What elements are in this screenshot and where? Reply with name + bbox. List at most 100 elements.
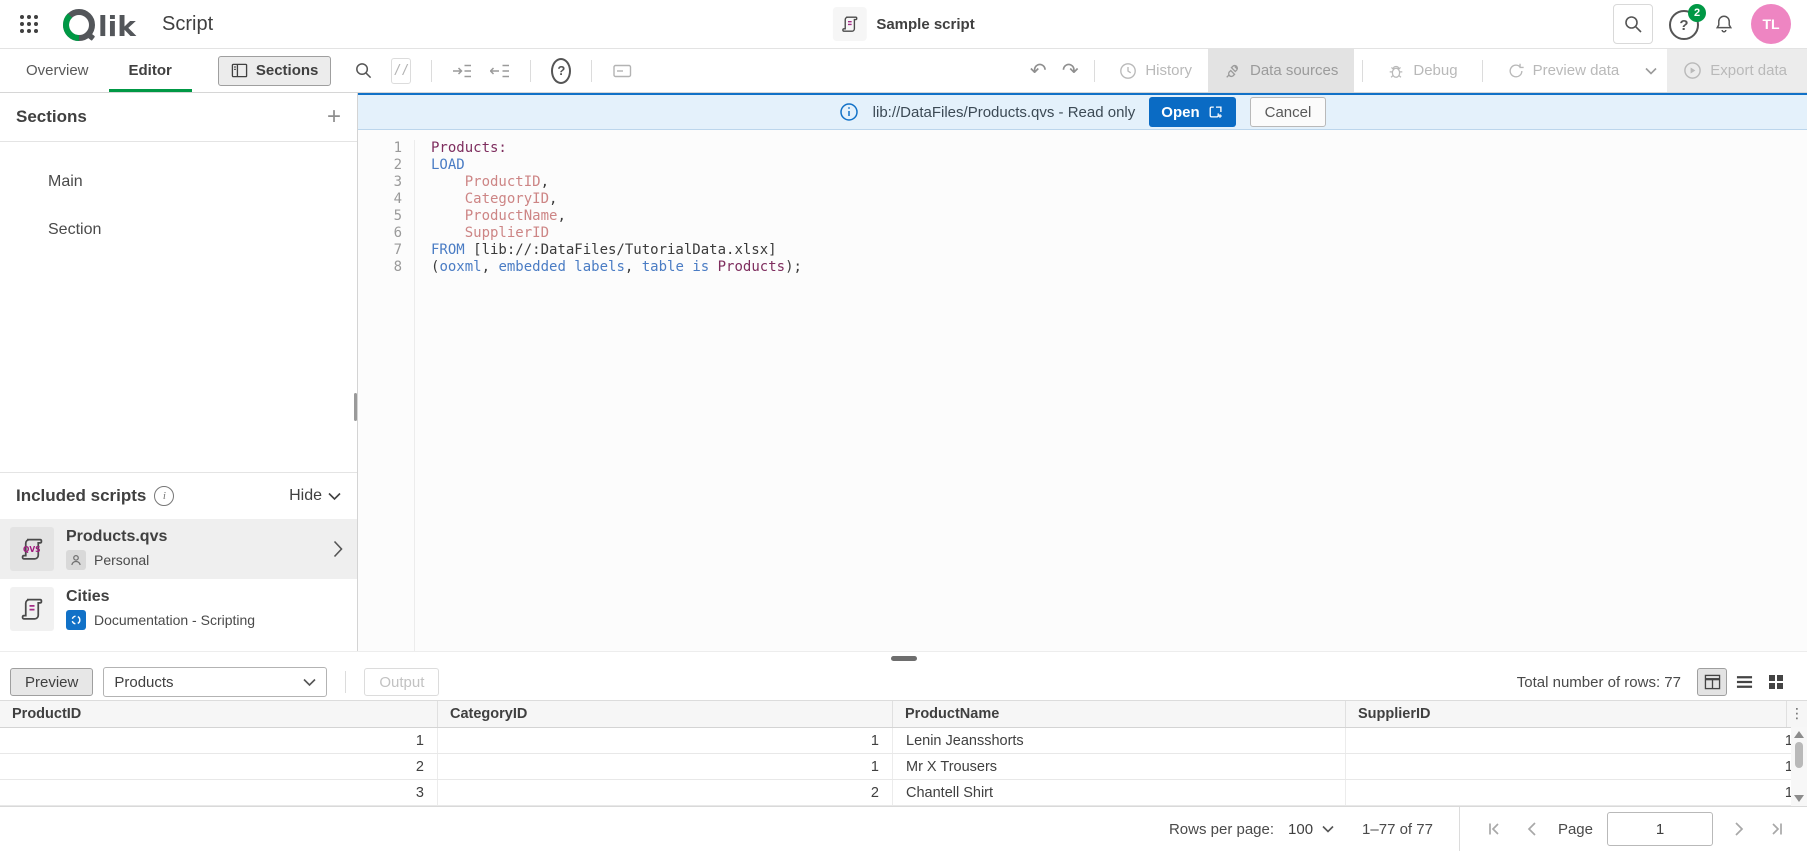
export-data-button[interactable]: Export data — [1667, 49, 1807, 92]
sidebar-resize-handle[interactable] — [354, 393, 357, 421]
table-cell: 1 — [438, 754, 893, 779]
qlik-logo[interactable]: lik — [60, 3, 146, 45]
preview-data-caret-button[interactable] — [1635, 49, 1667, 92]
table-cell: 1 — [1346, 754, 1807, 779]
svg-text:QVS: QVS — [23, 545, 41, 554]
table-row[interactable]: 32Chantell Shirt1 — [0, 780, 1807, 806]
app-launcher-button[interactable] — [12, 7, 46, 41]
indent-button[interactable] — [446, 56, 478, 86]
cancel-button[interactable]: Cancel — [1250, 97, 1327, 127]
user-avatar[interactable]: TL — [1751, 4, 1791, 44]
preview-toggle-button[interactable]: Preview — [10, 668, 93, 696]
script-document-icon — [832, 7, 866, 41]
sidebar-section-item-main[interactable]: Main — [0, 158, 357, 206]
table-scrollbar[interactable] — [1791, 727, 1807, 806]
code-line: ProductID, — [431, 174, 802, 191]
toolbar-divider — [1094, 60, 1095, 82]
help-badge: 2 — [1688, 4, 1706, 22]
rows-per-page-label: Rows per page: — [1169, 821, 1274, 838]
add-section-button[interactable]: + — [327, 103, 341, 131]
last-page-button[interactable] — [1765, 817, 1789, 841]
rows-per-page-select[interactable]: 100 — [1288, 821, 1334, 838]
code-token — [709, 259, 717, 275]
list-view-button[interactable] — [1729, 668, 1759, 696]
included-script-products[interactable]: QVS Products.qvs Personal — [0, 519, 357, 579]
syntax-help-button[interactable]: ? — [545, 56, 577, 86]
hide-included-scripts-button[interactable]: Hide — [289, 487, 341, 505]
table-select-value: Products — [114, 674, 173, 691]
scroll-up-icon[interactable] — [1794, 731, 1804, 738]
info-icon[interactable]: i — [154, 486, 174, 506]
panel-left-icon — [231, 62, 248, 79]
rows-per-page-value: 100 — [1288, 821, 1313, 838]
preview-data-label: Preview data — [1533, 62, 1620, 79]
question-circle-icon: ? — [551, 58, 571, 84]
undo-button[interactable]: ↶ — [1022, 56, 1054, 86]
next-page-button[interactable] — [1727, 817, 1751, 841]
table-header-row: ProductIDCategoryIDProductNameSupplierID… — [0, 700, 1807, 728]
splitter-grip-icon — [891, 656, 917, 661]
code-token: [lib://:DataFiles/TutorialData.xlsx] — [465, 242, 777, 258]
toolbar-divider — [1482, 60, 1483, 82]
load-data-icon — [1507, 62, 1525, 80]
table-cell: 3 — [0, 780, 438, 805]
debug-button[interactable]: Debug — [1371, 49, 1473, 92]
sections-toggle-button[interactable]: Sections — [218, 56, 332, 86]
pane-splitter[interactable] — [0, 651, 1807, 664]
document-header: Sample script — [832, 0, 974, 48]
table-row[interactable]: 11Lenin Jeansshorts1 — [0, 728, 1807, 754]
search-icon — [354, 61, 373, 80]
global-search-button[interactable] — [1613, 4, 1653, 44]
data-sources-button[interactable]: Data sources — [1208, 49, 1354, 92]
output-toggle-button[interactable]: Output — [364, 668, 439, 696]
history-button[interactable]: History — [1103, 49, 1208, 92]
comment-toggle-button[interactable]: // — [385, 56, 417, 86]
topbar-left: lik Script — [0, 3, 213, 45]
scrollbar-thumb[interactable] — [1795, 742, 1803, 768]
preview-divider — [345, 671, 346, 693]
redo-button[interactable]: ↷ — [1054, 56, 1086, 86]
table-cell: 2 — [438, 780, 893, 805]
included-scripts-title: Included scripts — [16, 486, 146, 506]
preview-toolbar: Preview Products Output Total number of … — [0, 664, 1807, 700]
tab-editor[interactable]: Editor — [109, 49, 192, 92]
code-token: LOAD — [431, 157, 465, 173]
outdent-button[interactable] — [484, 56, 516, 86]
help-button[interactable]: ? 2 — [1669, 10, 1697, 38]
top-bar: lik Script Sample script — [0, 0, 1807, 49]
code-token: , — [625, 259, 642, 275]
sidebar-section-item-section[interactable]: Section — [0, 206, 357, 254]
scroll-down-icon[interactable] — [1794, 795, 1804, 802]
chevron-right-icon[interactable] — [333, 540, 343, 558]
page-number-input[interactable] — [1607, 812, 1713, 846]
add-comment-button[interactable] — [606, 56, 638, 86]
included-script-cities[interactable]: Cities Documentation - Scripting — [0, 579, 357, 639]
sections-header: Sections + — [0, 93, 357, 142]
first-page-button[interactable] — [1482, 817, 1506, 841]
code-token: ); — [785, 259, 802, 275]
table-cell: 1 — [438, 728, 893, 753]
previous-page-button[interactable] — [1520, 817, 1544, 841]
open-button[interactable]: Open — [1149, 97, 1235, 127]
code-token: ProductID — [465, 174, 541, 190]
code-token: FROM — [431, 242, 465, 258]
page-label: Page — [1558, 821, 1593, 838]
table-body: 11Lenin Jeansshorts121Mr X Trousers132Ch… — [0, 728, 1807, 806]
code-token — [431, 208, 465, 224]
find-replace-button[interactable] — [347, 56, 379, 86]
column-menu-button[interactable]: ⋮ — [1787, 701, 1807, 727]
table-row[interactable]: 21Mr X Trousers1 — [0, 754, 1807, 780]
code-token — [431, 191, 465, 207]
notifications-button[interactable] — [1713, 12, 1735, 36]
redo-icon: ↷ — [1062, 61, 1079, 81]
table-view-button[interactable] — [1697, 668, 1727, 696]
code-line: CategoryID, — [431, 191, 802, 208]
readonly-notification-bar: lib://DataFiles/Products.qvs - Read only… — [358, 93, 1807, 130]
undo-icon: ↶ — [1030, 61, 1047, 81]
script-card-body: Products.qvs Personal — [66, 528, 167, 570]
code-area[interactable]: 12345678 Products:LOAD ProductID, Catego… — [358, 130, 1807, 651]
tab-overview[interactable]: Overview — [6, 49, 109, 92]
grid-view-button[interactable] — [1761, 668, 1791, 696]
table-select[interactable]: Products — [103, 667, 327, 697]
preview-data-button[interactable]: Preview data — [1491, 49, 1636, 92]
